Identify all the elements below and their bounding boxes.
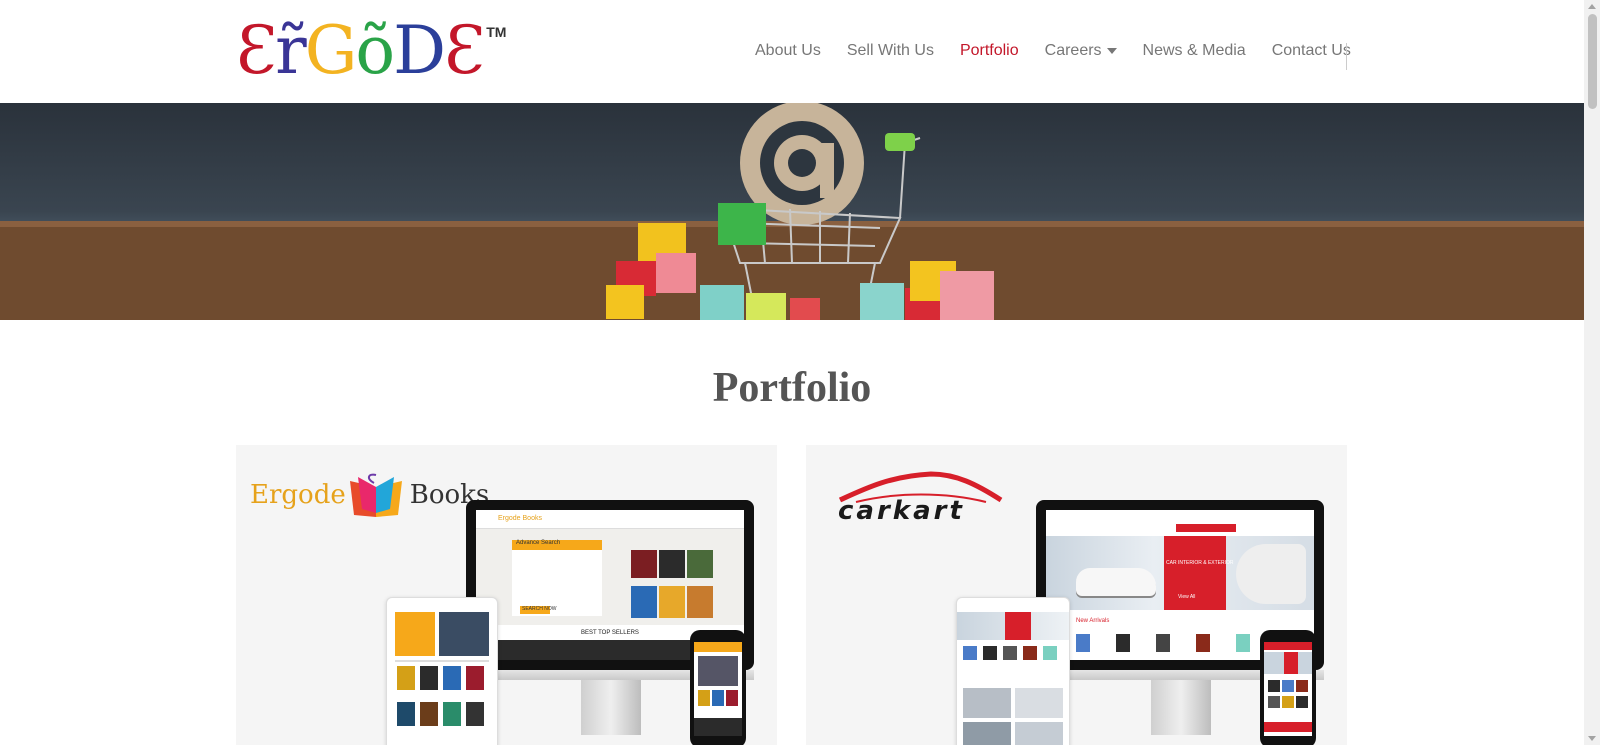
chevron-down-icon [1106, 47, 1117, 54]
site-header: Ɛ r̃ G õ D Ɛ TM About Us Sell With Us Po… [0, 0, 1584, 103]
screen-cta: View All [1178, 594, 1196, 600]
nav-item-careers-label: Careers [1044, 42, 1102, 59]
logo-letter: r̃ [275, 12, 307, 89]
nav-item-sell-with-us[interactable]: Sell With Us [847, 42, 934, 60]
screen-headline: CAR INTERIOR & EXTERIOR [1166, 560, 1234, 566]
book-icon [349, 473, 402, 517]
brand-carkart-text: carkart [838, 496, 965, 526]
nav-divider [1346, 43, 1347, 70]
hero-banner [0, 103, 1584, 320]
logo-letter: õ [355, 12, 395, 89]
nav-item-contact-us[interactable]: Contact Us [1272, 42, 1351, 60]
nav-item-careers[interactable]: Careers [1045, 42, 1117, 60]
monitor-stand [1151, 680, 1211, 735]
screen-logo: Ergode Books [498, 515, 542, 522]
page-scrollbar[interactable] [1584, 0, 1600, 745]
scroll-thumb[interactable] [1588, 14, 1597, 109]
tablet-mockup [386, 597, 498, 745]
main-nav: About Us Sell With Us Portfolio Careers … [755, 42, 1351, 60]
screen-search-title: Advance Search [516, 540, 561, 546]
screen-search-button: SEARCH NOW [522, 606, 557, 612]
logo-letter: Ɛ [444, 12, 485, 89]
screen-section-title: BEST TOP SELLERS [581, 630, 639, 636]
nav-item-news-media[interactable]: News & Media [1143, 42, 1246, 60]
screen-section-title: New Arrivals [1076, 618, 1110, 624]
logo-letter: D [393, 12, 446, 89]
portfolio-card-ergode-books[interactable]: Ergode Books Ergode Books Advance Search… [236, 445, 777, 745]
page-title: Portfolio [712, 365, 872, 411]
ergode-logo[interactable]: Ɛ r̃ G õ D Ɛ TM [236, 18, 506, 88]
scroll-down-arrow-icon[interactable] [1588, 736, 1596, 741]
trademark-symbol: TM [486, 24, 507, 40]
portfolio-card-carkart[interactable]: carkart CAR INTERIOR & EXTERIOR View All… [806, 445, 1347, 745]
nav-item-about-us[interactable]: About Us [755, 42, 821, 60]
tablet-mockup [956, 597, 1070, 745]
phone-mockup [1260, 630, 1316, 745]
brand-ergode-text: Ergode [250, 480, 346, 510]
logo-letter: G [304, 12, 358, 89]
ergode-books-logo: Ergode Books [250, 473, 489, 517]
hero-image [0, 103, 1584, 320]
monitor-stand [581, 680, 641, 735]
nav-item-portfolio[interactable]: Portfolio [960, 42, 1019, 60]
logo-letter: Ɛ [236, 12, 277, 89]
carkart-logo: carkart [836, 470, 1006, 530]
phone-mockup [690, 630, 746, 745]
scroll-up-arrow-icon[interactable] [1588, 4, 1596, 9]
